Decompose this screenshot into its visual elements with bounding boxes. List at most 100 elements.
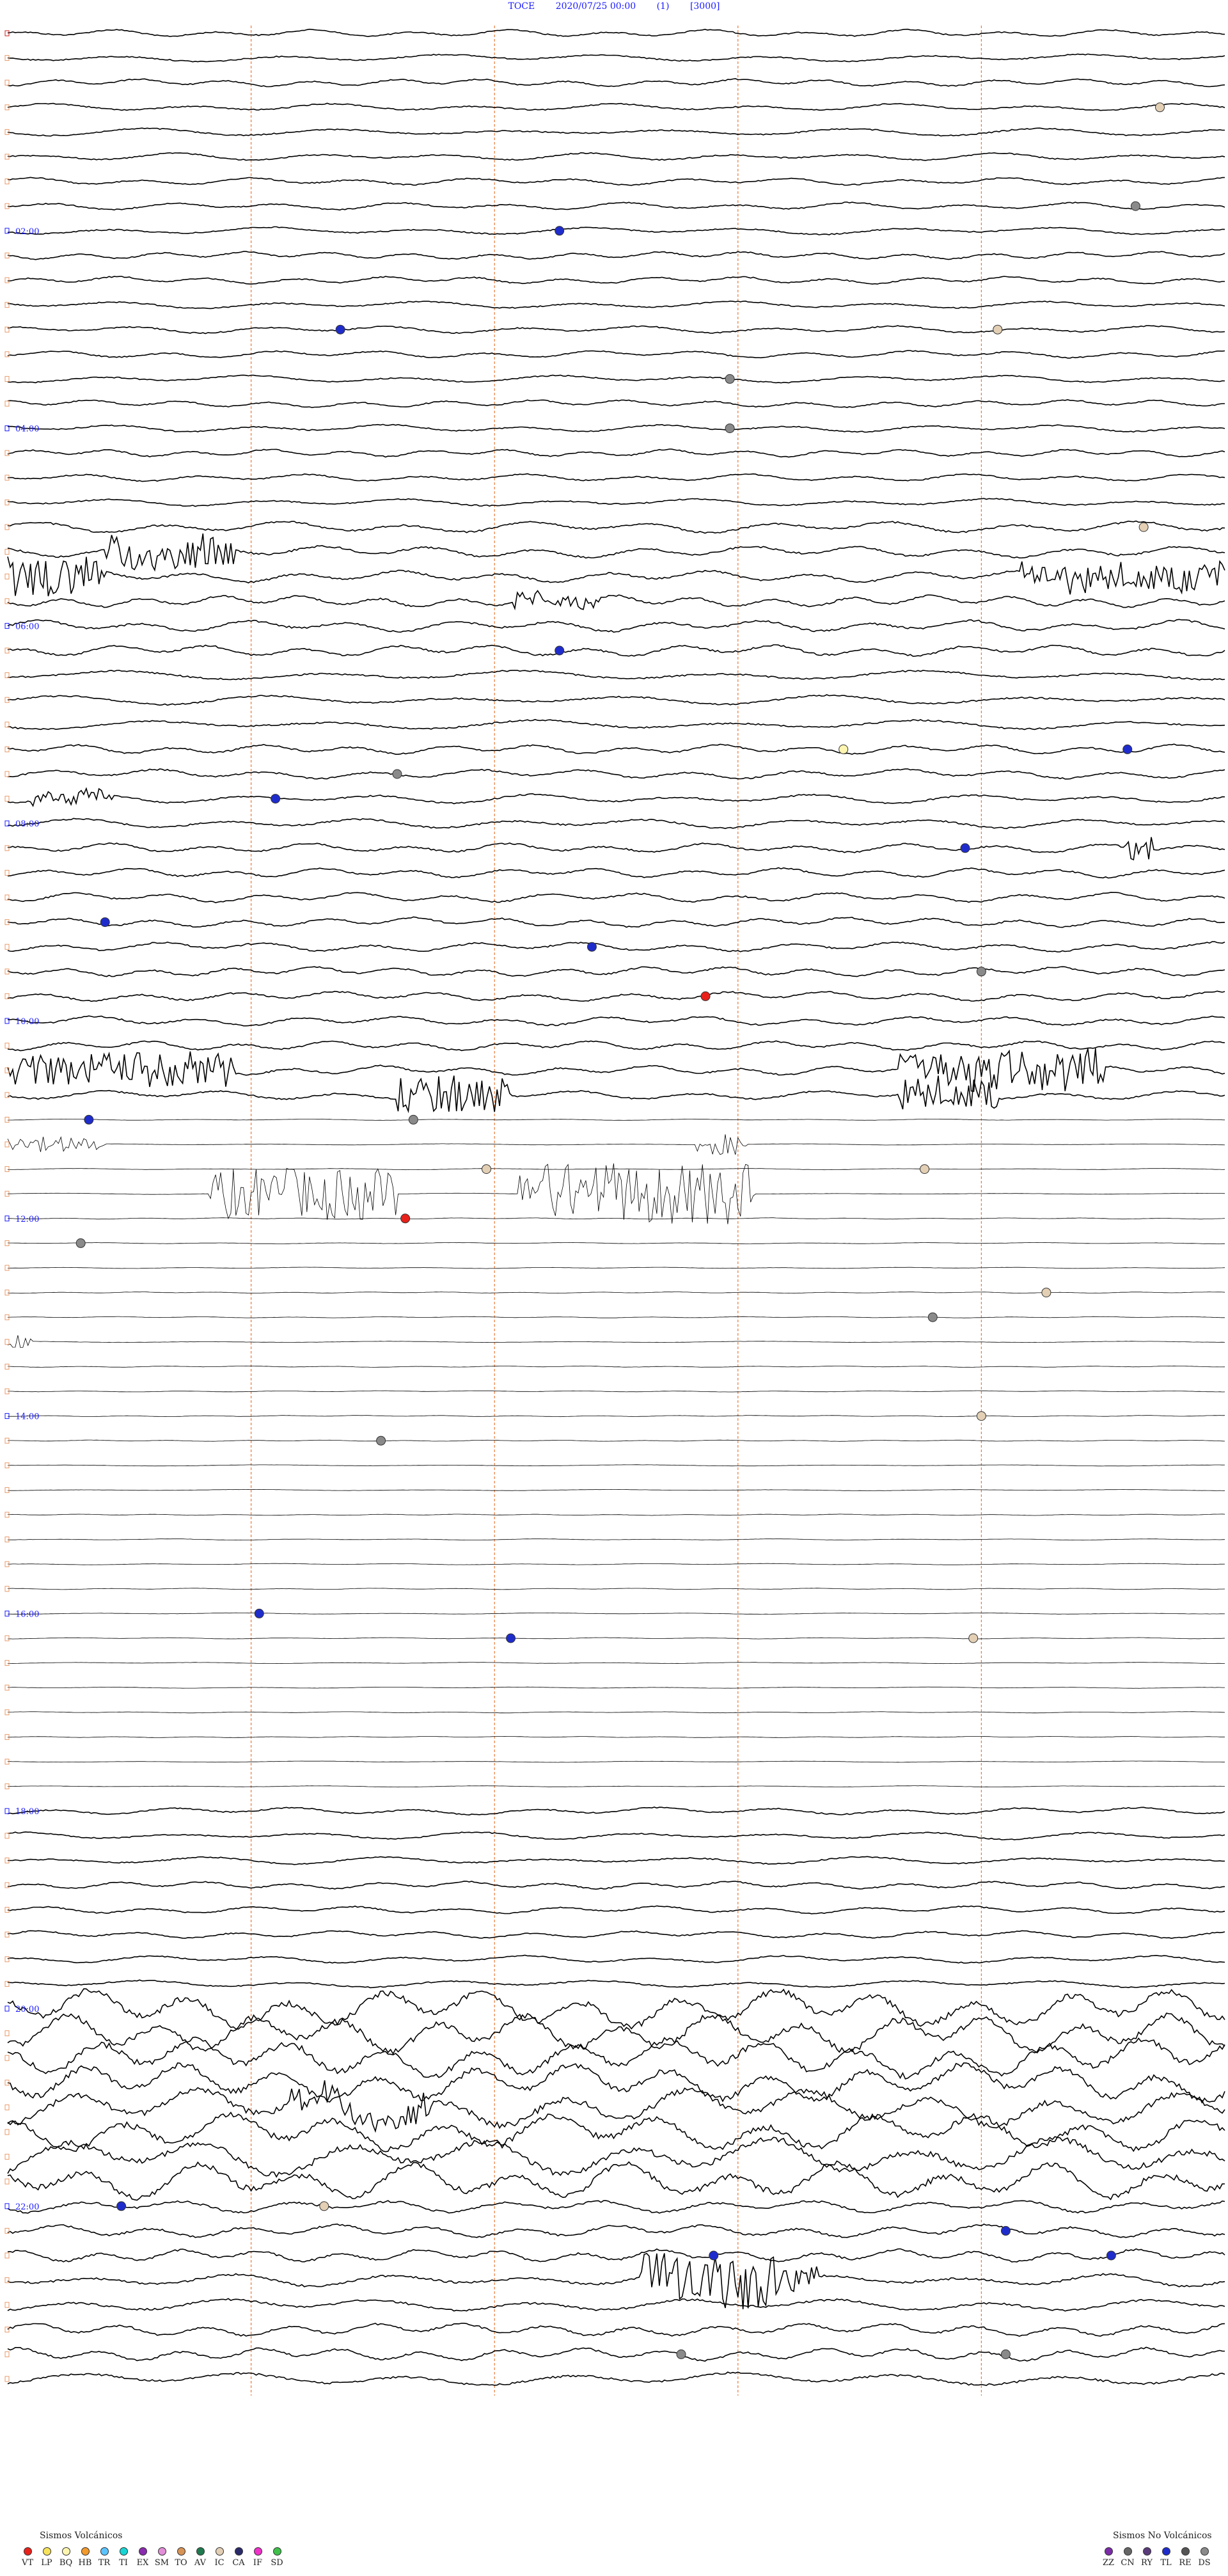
event-marker-tl [254,1608,264,1618]
event-marker-ic [920,1164,930,1174]
event-marker-bq [838,744,849,754]
trace-line-89 [7,2223,1225,2238]
event-marker-ic [993,324,1003,335]
trace-line-11 [7,300,1225,310]
trace-line-52 [7,1316,1225,1318]
trace-line-8 [7,226,1225,235]
legend-nonvolcanic-item-re: RE [1176,2547,1195,2568]
trace-line-34 [7,867,1225,879]
line-tick-33 [4,845,10,851]
trace-line-12 [7,325,1225,335]
line-tick-82 [4,2055,10,2061]
hour-label-18:00: 18:00 [15,1807,39,1817]
event-marker-ic [1138,522,1149,532]
legend-dot-lp [42,2547,51,2556]
event-marker-tl [116,2201,127,2211]
legend-code-sd: SD [271,2558,283,2568]
line-tick-81 [4,2030,10,2037]
trace-line-20 [7,520,1225,534]
event-marker-tl [100,917,110,928]
trace-line-10 [8,276,1225,285]
line-tick-73 [4,1833,10,1839]
trace-line-71 [7,1785,1225,1788]
trace-line-80 [7,1988,1225,2030]
trace-line-47 [8,1163,1225,1224]
line-tick-59 [4,1487,10,1493]
line-tick-61 [4,1537,10,1543]
event-marker-ds [392,769,402,779]
legend-dot-ry [1142,2547,1151,2556]
trace-line-77 [7,1930,1225,1940]
trace-line-5 [7,152,1225,161]
legend-dot-cn [1123,2547,1132,2556]
line-tick-78 [4,1956,10,1963]
legend-volcanic-item-ex: EX [133,2547,152,2568]
trace-line-24 [7,619,1225,633]
legend-code-if: IF [253,2558,263,2568]
event-marker-tl [555,645,565,656]
trace-line-56 [8,1415,1225,1418]
trace-line-27 [7,694,1225,706]
trace-line-6 [7,177,1225,186]
trace-line-82 [7,2036,1225,2080]
legend-nonvolcanic-item-tl: TL [1156,2547,1176,2568]
legend-volcanic-item-sm: SM [152,2547,171,2568]
event-marker-tl [84,1114,94,1125]
line-tick-15 [4,400,10,407]
line-tick-21 [4,549,10,555]
hour-label-22:00: 22:00 [15,2202,39,2212]
legend-dot-ca [234,2547,243,2556]
legend-dot-sm [157,2547,166,2556]
event-marker-ds [376,1435,386,1446]
trace-line-3 [7,102,1225,111]
legend-code-zz: ZZ [1102,2558,1115,2568]
trace-line-35 [7,892,1225,904]
trace-line-4 [7,127,1225,137]
line-tick-91 [4,2277,10,2284]
line-tick-64 [4,1610,10,1616]
trace-line-30 [7,768,1225,780]
trace-line-64 [8,1612,1225,1615]
event-marker-ds [408,1114,418,1125]
legend-code-ry: RY [1141,2558,1153,2568]
trace-line-67 [7,1686,1225,1689]
legend-volcanic-item-ca: CA [229,2547,248,2568]
trace-line-48 [8,1217,1225,1220]
trace-line-18 [7,473,1225,482]
legend-code-av: AV [194,2558,207,2568]
trace-line-49 [7,1242,1225,1244]
trace-line-32 [7,818,1225,830]
event-layer [75,102,1165,2359]
trace-line-87 [7,2160,1225,2201]
line-tick-37 [4,944,10,950]
line-tick-19 [4,499,10,505]
trace-line-81 [7,2012,1225,2055]
legend-volcanic-item-to: TO [171,2547,191,2568]
event-marker-ds [927,1312,938,1322]
legend-code-ic: IC [214,2558,224,2568]
event-marker-vt [400,1213,411,1224]
trace-line-9 [7,251,1225,260]
trace-line-16 [7,423,1225,433]
trace-line-45 [7,1134,1225,1155]
trace-line-90 [7,2248,1225,2263]
trace-line-46 [7,1168,1225,1171]
trace-line-15 [7,399,1225,408]
event-marker-tl [335,324,345,335]
line-tick-31 [4,796,10,802]
legend-code-sm: SM [154,2558,169,2568]
line-tick-85 [4,2129,10,2135]
hour-label-12:00: 12:00 [15,1215,39,1224]
trace-line-65 [7,1637,1225,1640]
legend-volcanic-item-ti: TI [114,2547,133,2568]
event-marker-ds [976,967,986,977]
trace-line-13 [7,350,1225,359]
trace-line-92 [7,2298,1225,2312]
trace-line-59 [7,1489,1225,1491]
event-marker-ds [725,423,735,434]
line-tick-53 [4,1339,10,1345]
trace-line-91 [7,2252,1225,2310]
line-tick-22 [4,573,10,580]
event-marker-tl [555,226,565,236]
line-tick-13 [4,351,10,358]
